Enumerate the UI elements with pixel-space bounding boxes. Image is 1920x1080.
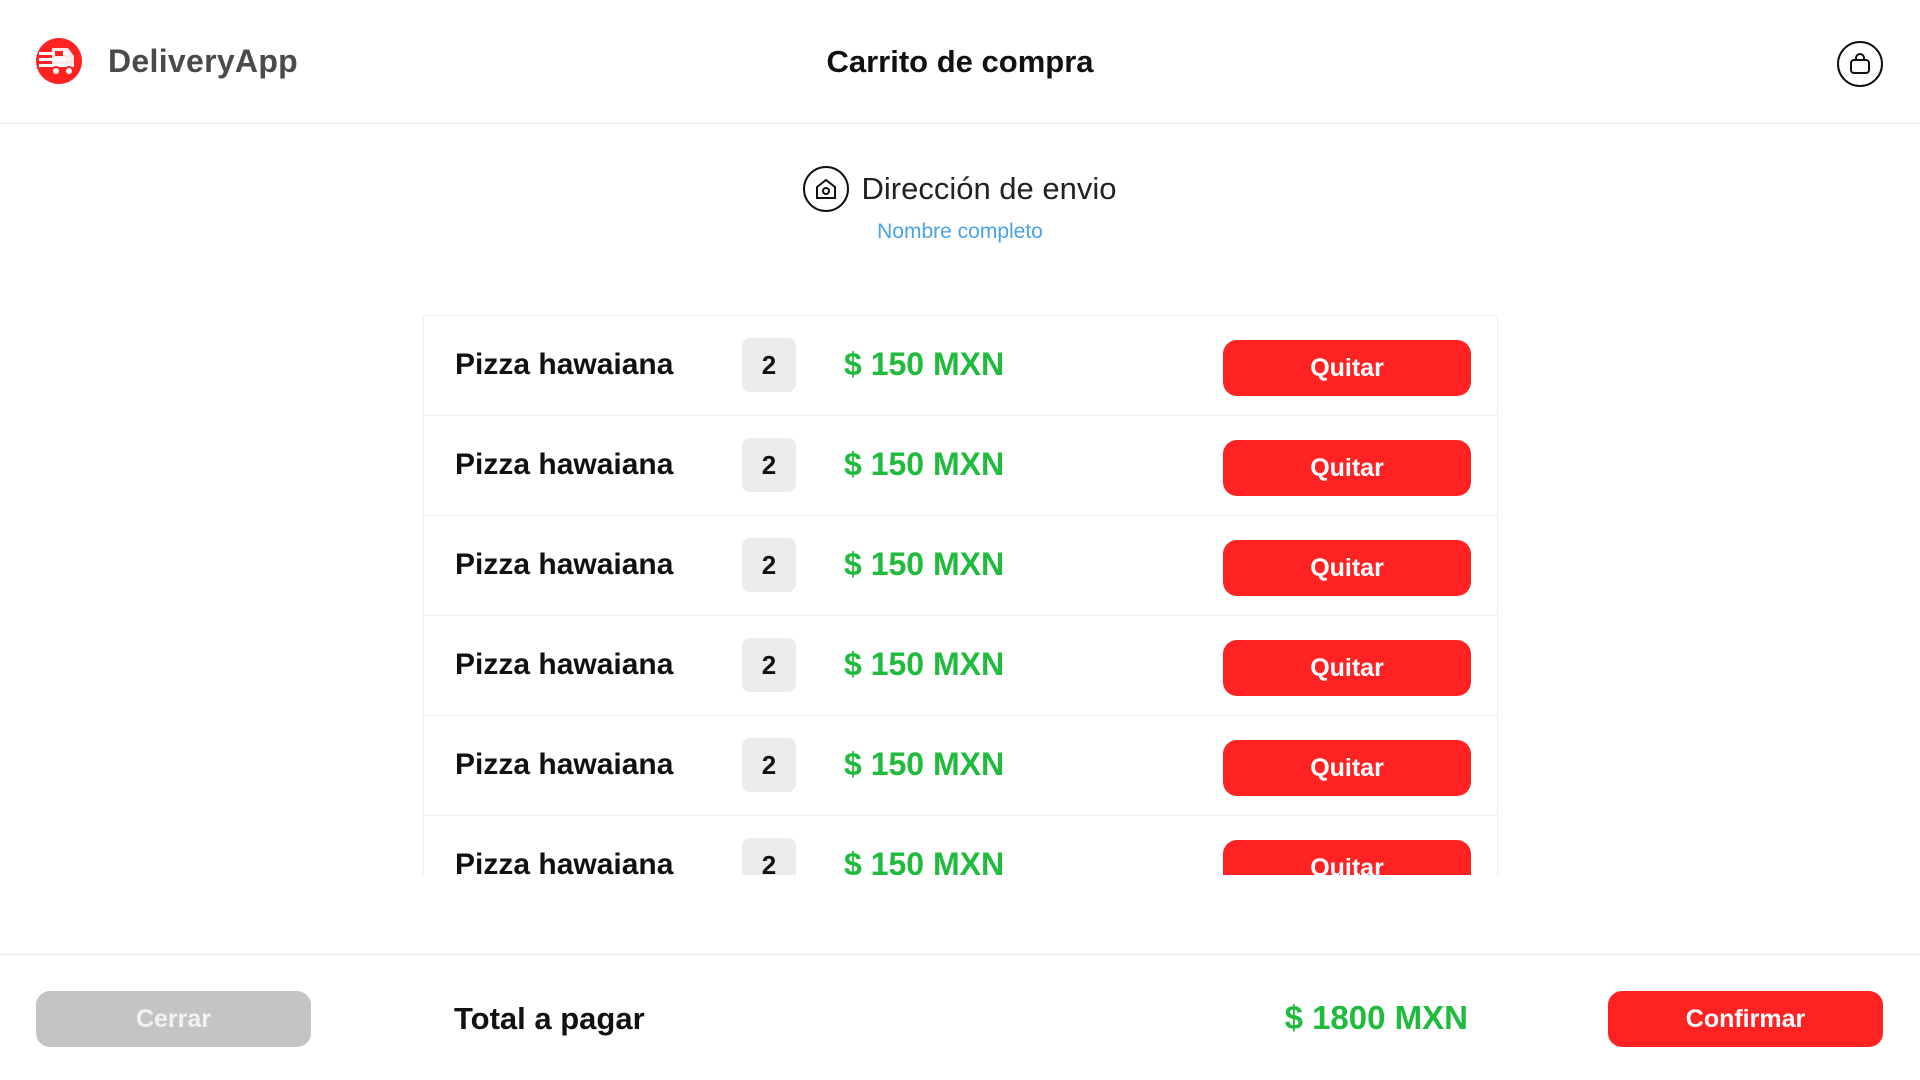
item-quantity[interactable]: 2 [742, 438, 796, 492]
item-quantity[interactable]: 2 [742, 638, 796, 692]
cart-item: Pizza hawaiana 2 $ 150 MXN Quitar [424, 616, 1497, 716]
close-button[interactable]: Cerrar [36, 991, 311, 1047]
page-title: Carrito de compra [826, 44, 1094, 79]
shipping-address-header[interactable]: Dirección de envio [803, 166, 1117, 212]
cart-item: Pizza hawaiana 2 $ 150 MXN Quitar [424, 516, 1497, 616]
item-price: $ 150 MXN [844, 746, 1005, 782]
remove-item-button[interactable]: Quitar [1223, 740, 1471, 796]
item-price: $ 150 MXN [844, 346, 1005, 382]
cart-item: Pizza hawaiana 2 $ 150 MXN Quitar [424, 316, 1497, 416]
item-price: $ 150 MXN [844, 646, 1005, 682]
total-label: Total a pagar [454, 1001, 645, 1036]
location-home-icon [803, 166, 850, 212]
item-name: Pizza hawaiana [455, 348, 674, 381]
cart-list: Pizza hawaiana 2 $ 150 MXN Quitar Pizza … [423, 315, 1498, 875]
address-title: Dirección de envio [861, 171, 1117, 206]
shopping-bag-icon [1850, 53, 1870, 74]
remove-item-button[interactable]: Quitar [1223, 440, 1471, 496]
checkout-footer: Cerrar Total a pagar $ 1800 MXN Confirma… [0, 954, 1920, 1080]
total-value: $ 1800 MXN [1284, 999, 1468, 1036]
item-price: $ 150 MXN [844, 546, 1005, 582]
item-name: Pizza hawaiana [455, 648, 674, 681]
shipping-address: Dirección de envio Nombre completo [0, 166, 1920, 244]
item-quantity[interactable]: 2 [742, 738, 796, 792]
item-name: Pizza hawaiana [455, 848, 674, 875]
remove-item-button[interactable]: Quitar [1223, 840, 1471, 875]
remove-item-button[interactable]: Quitar [1223, 540, 1471, 596]
item-quantity[interactable]: 2 [742, 538, 796, 592]
item-name: Pizza hawaiana [455, 748, 674, 781]
item-name: Pizza hawaiana [455, 448, 674, 481]
cart-list-viewport[interactable]: Pizza hawaiana 2 $ 150 MXN Quitar Pizza … [423, 315, 1498, 875]
confirm-button[interactable]: Confirmar [1608, 991, 1883, 1047]
item-name: Pizza hawaiana [455, 548, 674, 581]
cart-button[interactable] [1837, 41, 1883, 87]
app-header: DeliveryApp Carrito de compra [0, 0, 1920, 124]
item-quantity[interactable]: 2 [742, 338, 796, 392]
address-name-link[interactable]: Nombre completo [0, 220, 1920, 244]
cart-item: Pizza hawaiana 2 $ 150 MXN Quitar [424, 816, 1497, 875]
remove-item-button[interactable]: Quitar [1223, 340, 1471, 396]
item-price: $ 150 MXN [844, 846, 1005, 875]
item-quantity[interactable]: 2 [742, 838, 796, 875]
remove-item-button[interactable]: Quitar [1223, 640, 1471, 696]
cart-item: Pizza hawaiana 2 $ 150 MXN Quitar [424, 416, 1497, 516]
cart-item: Pizza hawaiana 2 $ 150 MXN Quitar [424, 716, 1497, 816]
item-price: $ 150 MXN [844, 446, 1005, 482]
